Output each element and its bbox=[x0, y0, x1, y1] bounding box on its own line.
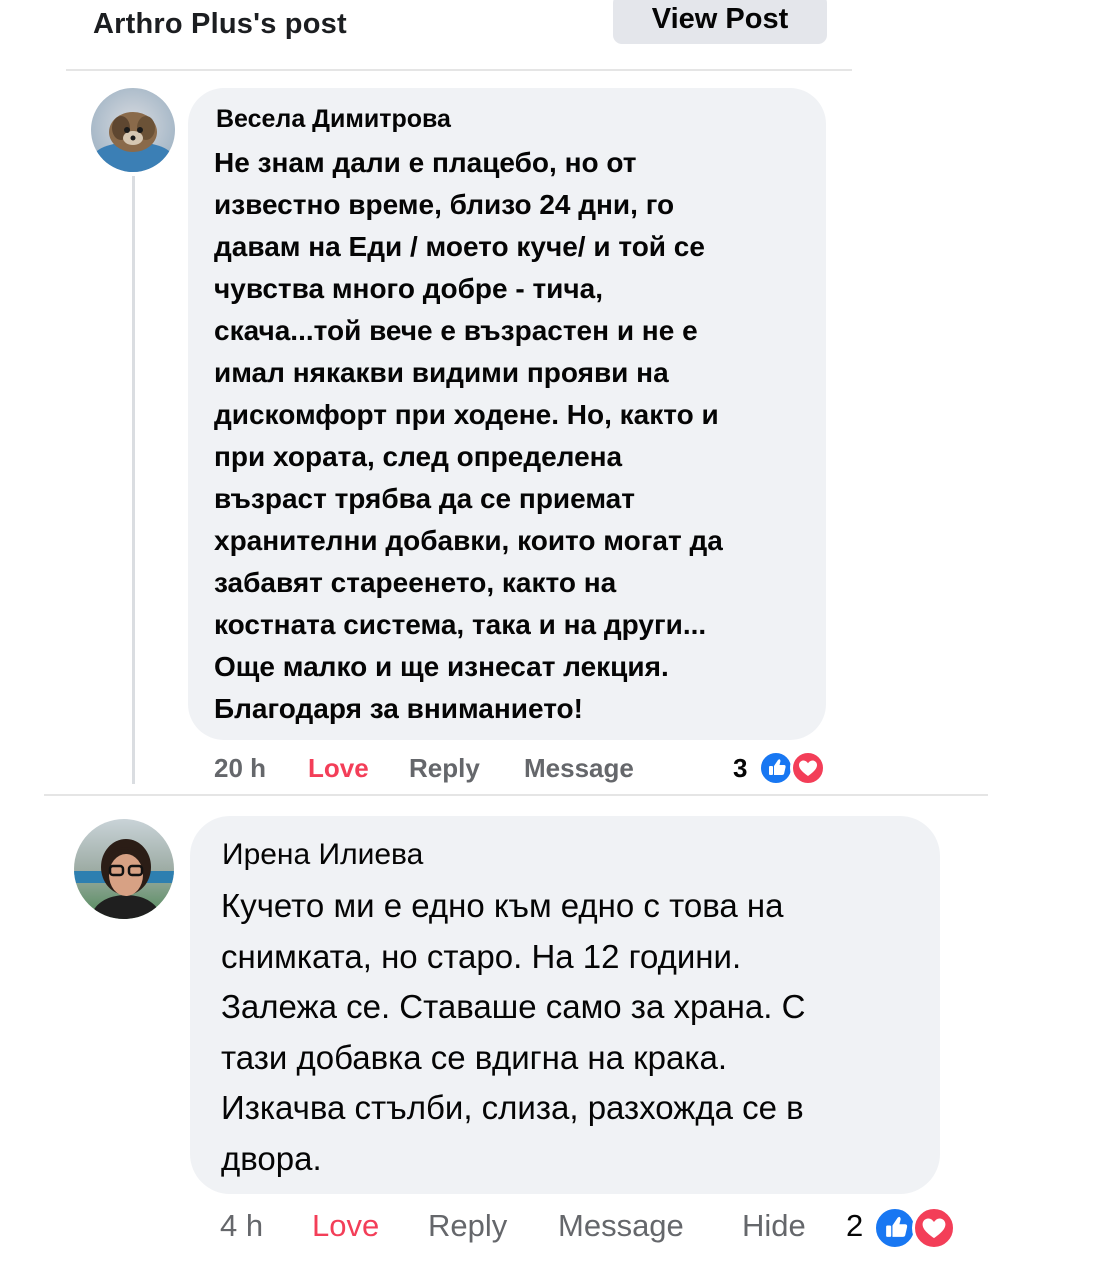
like-icon bbox=[758, 750, 794, 786]
love-button-2[interactable]: Love bbox=[312, 1208, 379, 1244]
comment-text-1: Не знам дали е плацебо, но от известно в… bbox=[214, 147, 723, 724]
message-button-1[interactable]: Message bbox=[524, 753, 634, 784]
comment-divider bbox=[44, 794, 988, 796]
message-button-2[interactable]: Message bbox=[558, 1208, 684, 1244]
header-divider bbox=[66, 69, 852, 71]
hide-button-2[interactable]: Hide bbox=[742, 1208, 806, 1244]
avatar-vesela[interactable] bbox=[91, 88, 175, 172]
love-button-1[interactable]: Love bbox=[308, 753, 369, 784]
reaction-count-2[interactable]: 2 bbox=[846, 1208, 863, 1244]
avatar-dog-image bbox=[91, 88, 175, 172]
comment-author-vesela[interactable]: Весела Димитрова bbox=[216, 105, 451, 134]
like-icon bbox=[873, 1206, 917, 1250]
post-title: Arthro Plus's post bbox=[93, 8, 347, 40]
thumbs-up-icon bbox=[886, 1216, 908, 1237]
reply-button-1[interactable]: Reply bbox=[409, 753, 480, 784]
heart-icon bbox=[799, 760, 817, 776]
comment-time-1[interactable]: 20 h bbox=[214, 753, 266, 784]
reply-button-2[interactable]: Reply bbox=[428, 1208, 507, 1244]
comment-author-irena[interactable]: Ирена Илиева bbox=[222, 838, 423, 872]
reply-thread-line bbox=[132, 176, 135, 784]
thumbs-up-icon bbox=[769, 759, 786, 775]
love-icon bbox=[912, 1206, 956, 1250]
heart-icon bbox=[922, 1218, 946, 1239]
avatar-person-image bbox=[74, 819, 174, 919]
love-icon bbox=[790, 750, 826, 786]
comment-text-2: Кучето ми е едно към едно с това на сним… bbox=[221, 887, 806, 1177]
reaction-count-1[interactable]: 3 bbox=[733, 753, 747, 784]
comment-time-2[interactable]: 4 h bbox=[220, 1208, 263, 1244]
view-post-button[interactable]: View Post bbox=[613, 0, 827, 44]
avatar-irena[interactable] bbox=[74, 819, 174, 919]
